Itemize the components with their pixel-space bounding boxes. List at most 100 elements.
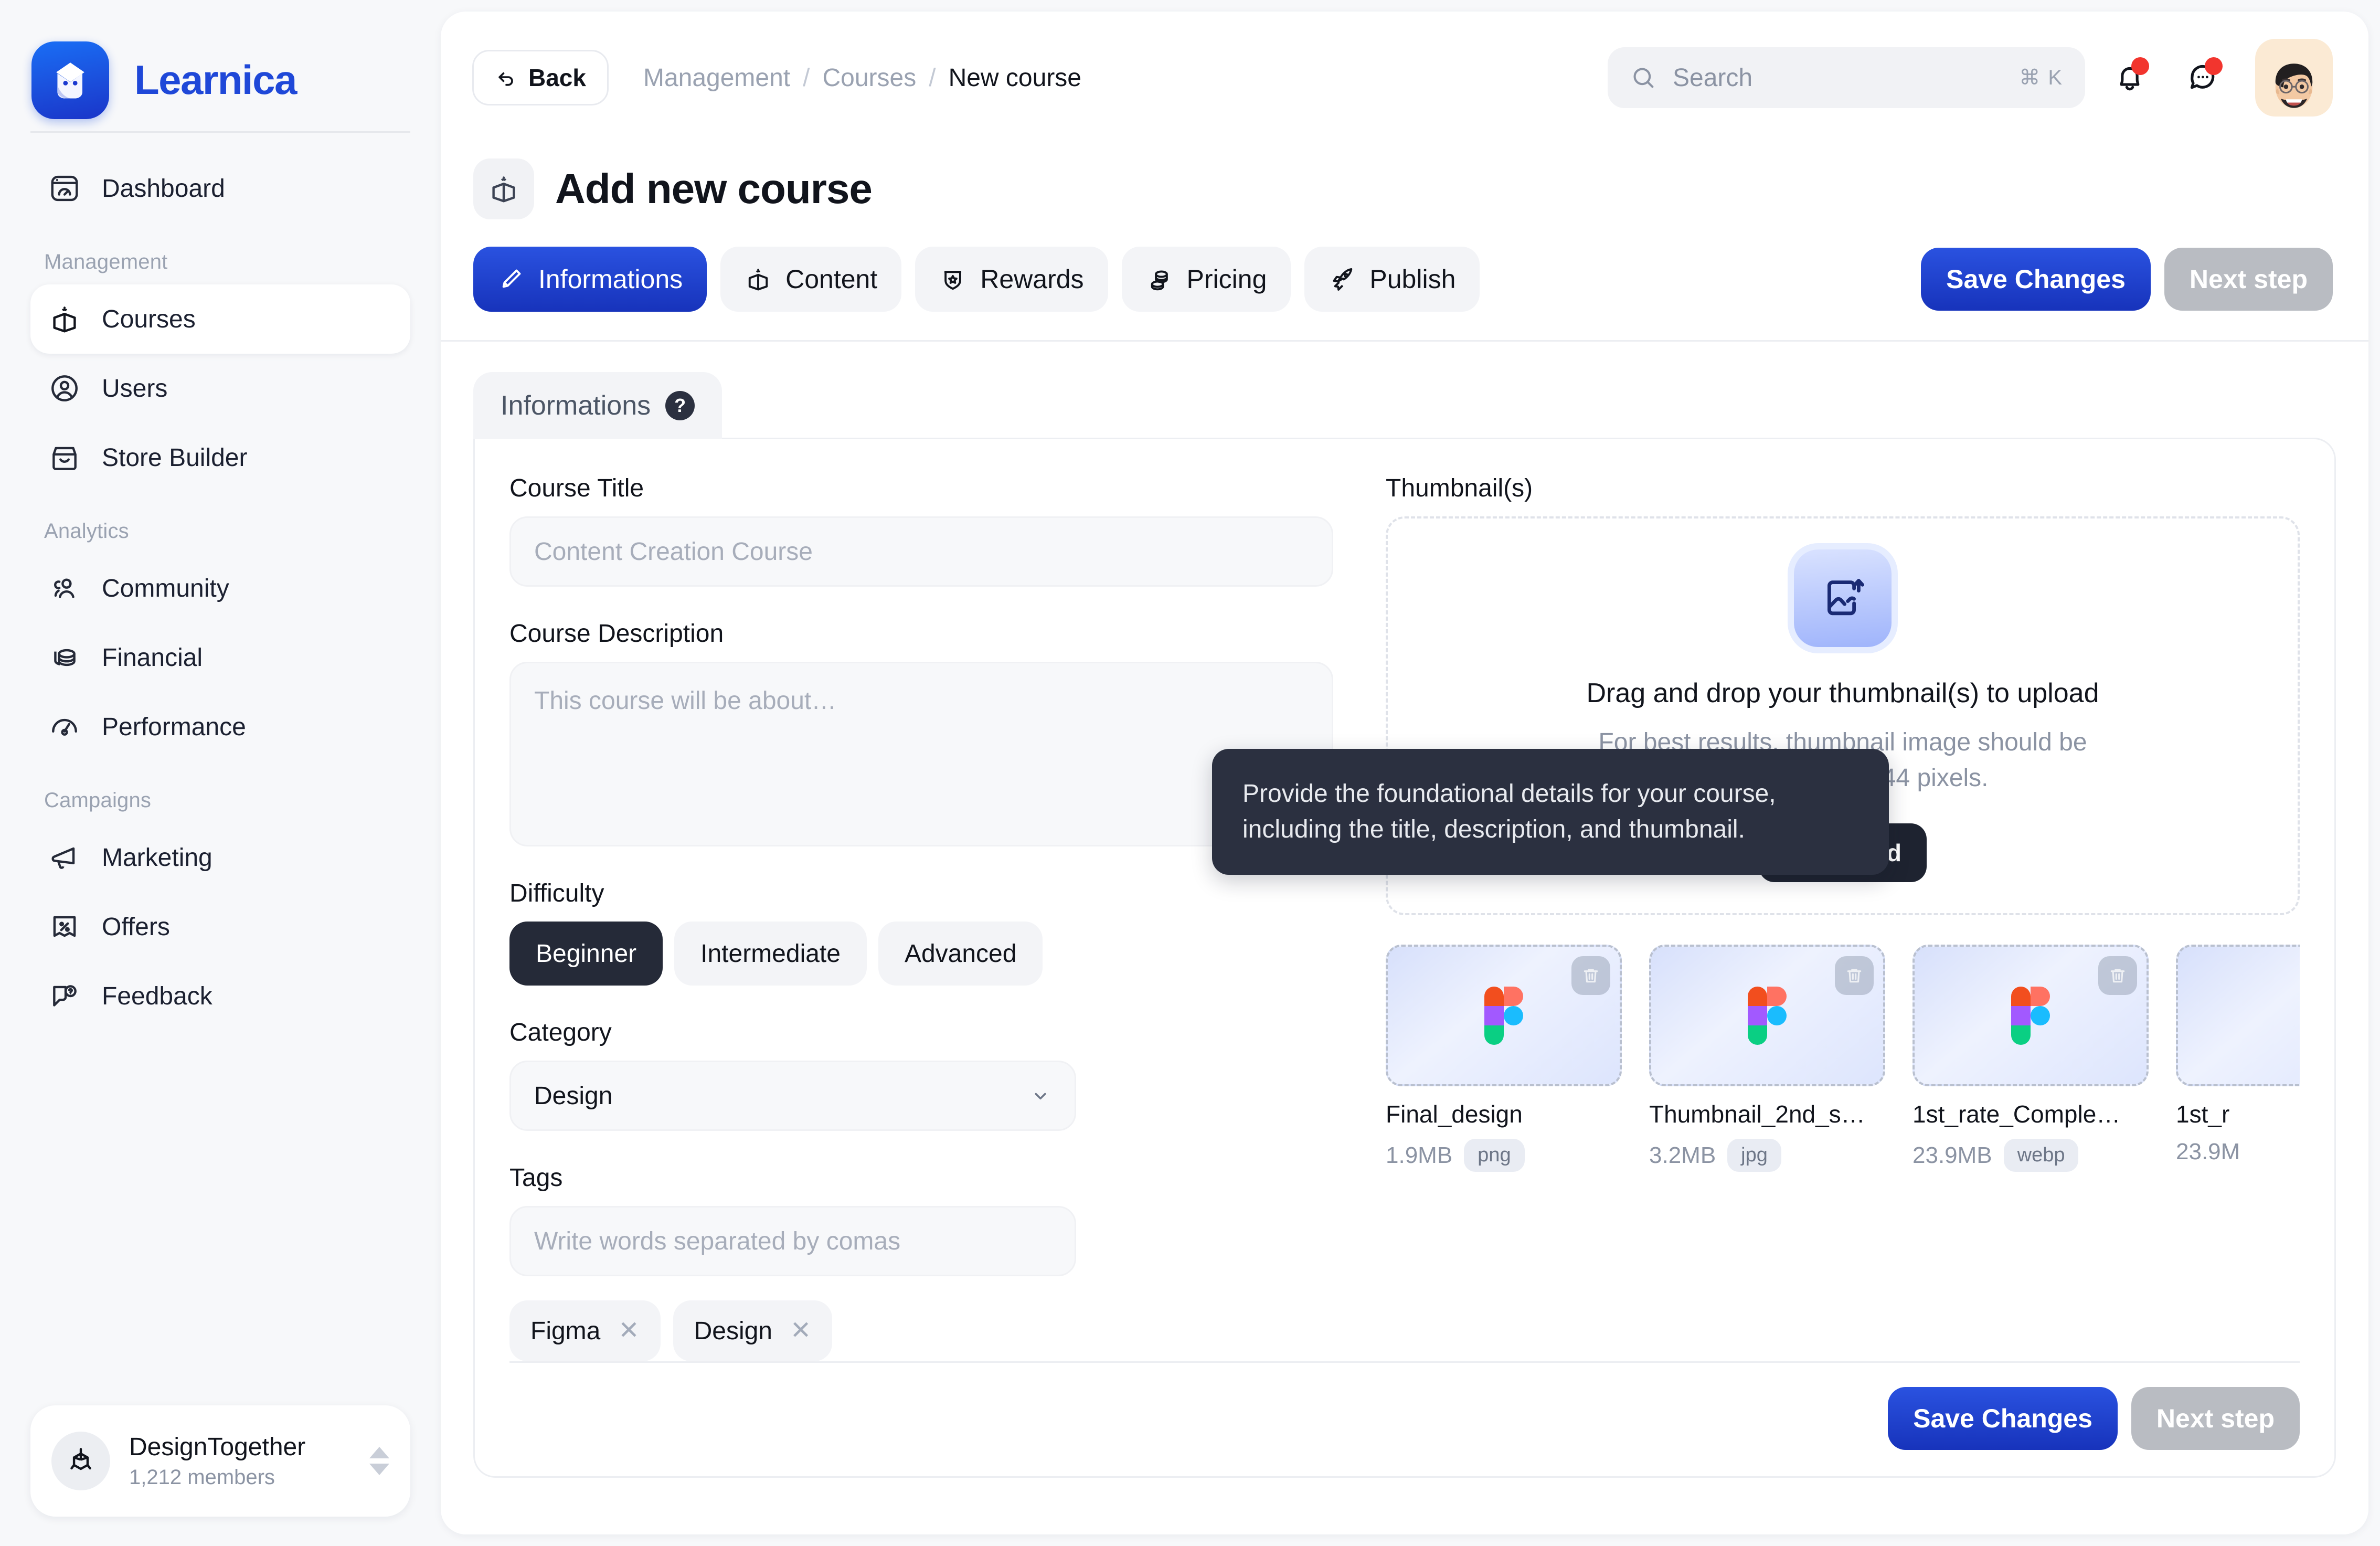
avatar-illustration-icon xyxy=(2275,63,2313,108)
course-book-icon xyxy=(473,158,534,219)
next-step-button[interactable]: Next step xyxy=(2131,1387,2300,1450)
image-upload-icon xyxy=(1794,549,1892,647)
sidebar-item-label: Store Builder xyxy=(102,443,248,472)
sidebar-item-financial[interactable]: Financial xyxy=(30,623,410,692)
course-tabs: Informations Content Rewards Pricing Pub… xyxy=(441,219,2368,312)
thumbnail-meta: 23.9M xyxy=(2176,1139,2300,1165)
difficulty-option-advanced[interactable]: Advanced xyxy=(878,922,1043,986)
card-tab-informations[interactable]: Informations ? xyxy=(473,372,722,439)
sidebar-group-analytics: Analytics xyxy=(44,520,129,543)
tab-publish[interactable]: Publish xyxy=(1304,247,1480,312)
difficulty-options: Beginner Intermediate Advanced xyxy=(509,922,1333,986)
workspace-members: 1,212 members xyxy=(129,1466,275,1489)
back-button[interactable]: Back xyxy=(472,50,609,105)
page-title: Add new course xyxy=(555,165,873,212)
tag-chip[interactable]: Figma ✕ xyxy=(509,1300,661,1361)
figma-logo-icon xyxy=(2011,987,2050,1045)
messages-button[interactable] xyxy=(2174,49,2232,107)
difficulty-option-beginner[interactable]: Beginner xyxy=(509,922,663,986)
delete-thumbnail-button[interactable] xyxy=(1571,956,1610,995)
tags-input[interactable]: Write words separated by comas xyxy=(509,1206,1076,1276)
thumbnail-filesize: 1.9MB xyxy=(1386,1142,1453,1168)
tab-informations[interactable]: Informations xyxy=(473,247,707,312)
thumbnail-filesize: 23.9MB xyxy=(1912,1142,1992,1168)
sidebar-item-users[interactable]: Users xyxy=(30,354,410,423)
thumbnail-list: Final_design 1.9MB png Thumbnail_2nd_s… … xyxy=(1386,945,2300,1172)
sidebar-item-community[interactable]: Community xyxy=(30,554,410,623)
users-group-icon xyxy=(48,572,81,605)
sidebar-item-offers[interactable]: Offers xyxy=(30,892,410,961)
sidebar: Learnica Dashboard Management Courses Us… xyxy=(0,0,441,1546)
pencil-icon xyxy=(502,269,521,288)
sidebar-item-performance[interactable]: Performance xyxy=(30,692,410,761)
difficulty-option-intermediate[interactable]: Intermediate xyxy=(674,922,867,986)
sidebar-item-label: Dashboard xyxy=(102,174,225,203)
tab-rewards[interactable]: Rewards xyxy=(915,247,1108,312)
brand[interactable]: Learnica xyxy=(0,0,441,131)
thumbnail-filename: Thumbnail_2nd_s… xyxy=(1649,1100,1865,1128)
search-input[interactable]: Search ⌘ K xyxy=(1608,47,2085,108)
breadcrumb-courses[interactable]: Courses xyxy=(822,63,916,92)
sidebar-item-store-builder[interactable]: Store Builder xyxy=(30,423,410,492)
notification-badge-dot xyxy=(2131,57,2149,75)
workspace-stepper[interactable] xyxy=(369,1447,389,1475)
tab-label: Content xyxy=(785,264,878,294)
breadcrumb-separator: / xyxy=(803,63,810,92)
back-arrow-icon xyxy=(498,72,513,86)
coins-icon xyxy=(1151,270,1168,291)
thumbnail-preview[interactable] xyxy=(1912,945,2149,1086)
tag-remove-icon[interactable]: ✕ xyxy=(790,1318,811,1343)
card-tab-label: Informations xyxy=(501,390,651,421)
tab-label: Informations xyxy=(538,264,683,294)
avatar[interactable] xyxy=(2255,39,2333,117)
workspace-switcher[interactable]: DesignTogether 1,212 members xyxy=(30,1405,410,1517)
trash-icon xyxy=(1584,969,1598,983)
help-icon[interactable]: ? xyxy=(665,391,695,420)
tab-pricing[interactable]: Pricing xyxy=(1121,247,1291,312)
user-circle-icon xyxy=(48,372,81,405)
sidebar-nav: Dashboard Management Courses Users Store… xyxy=(0,133,441,1405)
category-select[interactable]: Design xyxy=(509,1061,1076,1131)
tab-label: Publish xyxy=(1369,264,1456,294)
course-title-input[interactable]: Content Creation Course xyxy=(509,516,1333,587)
thumbnail-meta: 1.9MB png xyxy=(1386,1139,1622,1172)
thumbnail-filename: 1st_r xyxy=(2176,1100,2230,1128)
sidebar-item-marketing[interactable]: Marketing xyxy=(30,823,410,892)
tag-remove-icon[interactable]: ✕ xyxy=(618,1318,639,1343)
course-description-input[interactable]: This course will be about… xyxy=(509,662,1333,846)
tab-content[interactable]: Content xyxy=(720,247,902,312)
thumbnails-column: Thumbnail(s) Drag and drop your thumbnai… xyxy=(1333,474,2300,1361)
thumbnail-preview[interactable] xyxy=(1649,945,1885,1086)
sidebar-item-feedback[interactable]: Feedback xyxy=(30,961,410,1031)
learnica-logo-icon xyxy=(31,41,109,119)
thumbnail-meta: 23.9MB webp xyxy=(1912,1139,2149,1172)
informations-tooltip: Provide the foundational details for you… xyxy=(1212,749,1889,875)
breadcrumb-management[interactable]: Management xyxy=(643,63,790,92)
tags-placeholder: Write words separated by comas xyxy=(534,1227,901,1255)
delete-thumbnail-button[interactable] xyxy=(1835,956,1874,995)
sidebar-group-management: Management xyxy=(44,250,168,273)
thumbnail-filesize: 23.9M xyxy=(2176,1139,2240,1164)
informations-card-wrap: Informations ? Course Title Content Crea… xyxy=(441,342,2368,1534)
next-step-button-top[interactable]: Next step xyxy=(2164,248,2333,311)
tag-chip-label: Figma xyxy=(530,1317,601,1345)
notifications-button[interactable] xyxy=(2101,49,2159,107)
sidebar-item-label: Offers xyxy=(102,913,170,941)
delete-thumbnail-button[interactable] xyxy=(2098,956,2137,995)
sidebar-item-label: Feedback xyxy=(102,982,212,1010)
workspace-cube-icon xyxy=(51,1432,110,1490)
form-column: Course Title Content Creation Course Cou… xyxy=(509,474,1333,1361)
sidebar-item-courses[interactable]: Courses xyxy=(30,284,410,354)
save-changes-button-top[interactable]: Save Changes xyxy=(1921,248,2151,311)
tag-chip[interactable]: Design ✕ xyxy=(673,1300,833,1361)
sidebar-item-dashboard[interactable]: Dashboard xyxy=(30,154,410,223)
badge-icon xyxy=(944,271,962,290)
category-value: Design xyxy=(534,1082,613,1110)
thumbnail-preview[interactable] xyxy=(2176,945,2300,1086)
category-label: Category xyxy=(509,1019,612,1046)
save-changes-button[interactable]: Save Changes xyxy=(1888,1387,2118,1450)
figma-logo-icon xyxy=(1484,987,1523,1045)
search-shortcut: ⌘ K xyxy=(2019,66,2063,89)
thumbnail-preview[interactable] xyxy=(1386,945,1622,1086)
